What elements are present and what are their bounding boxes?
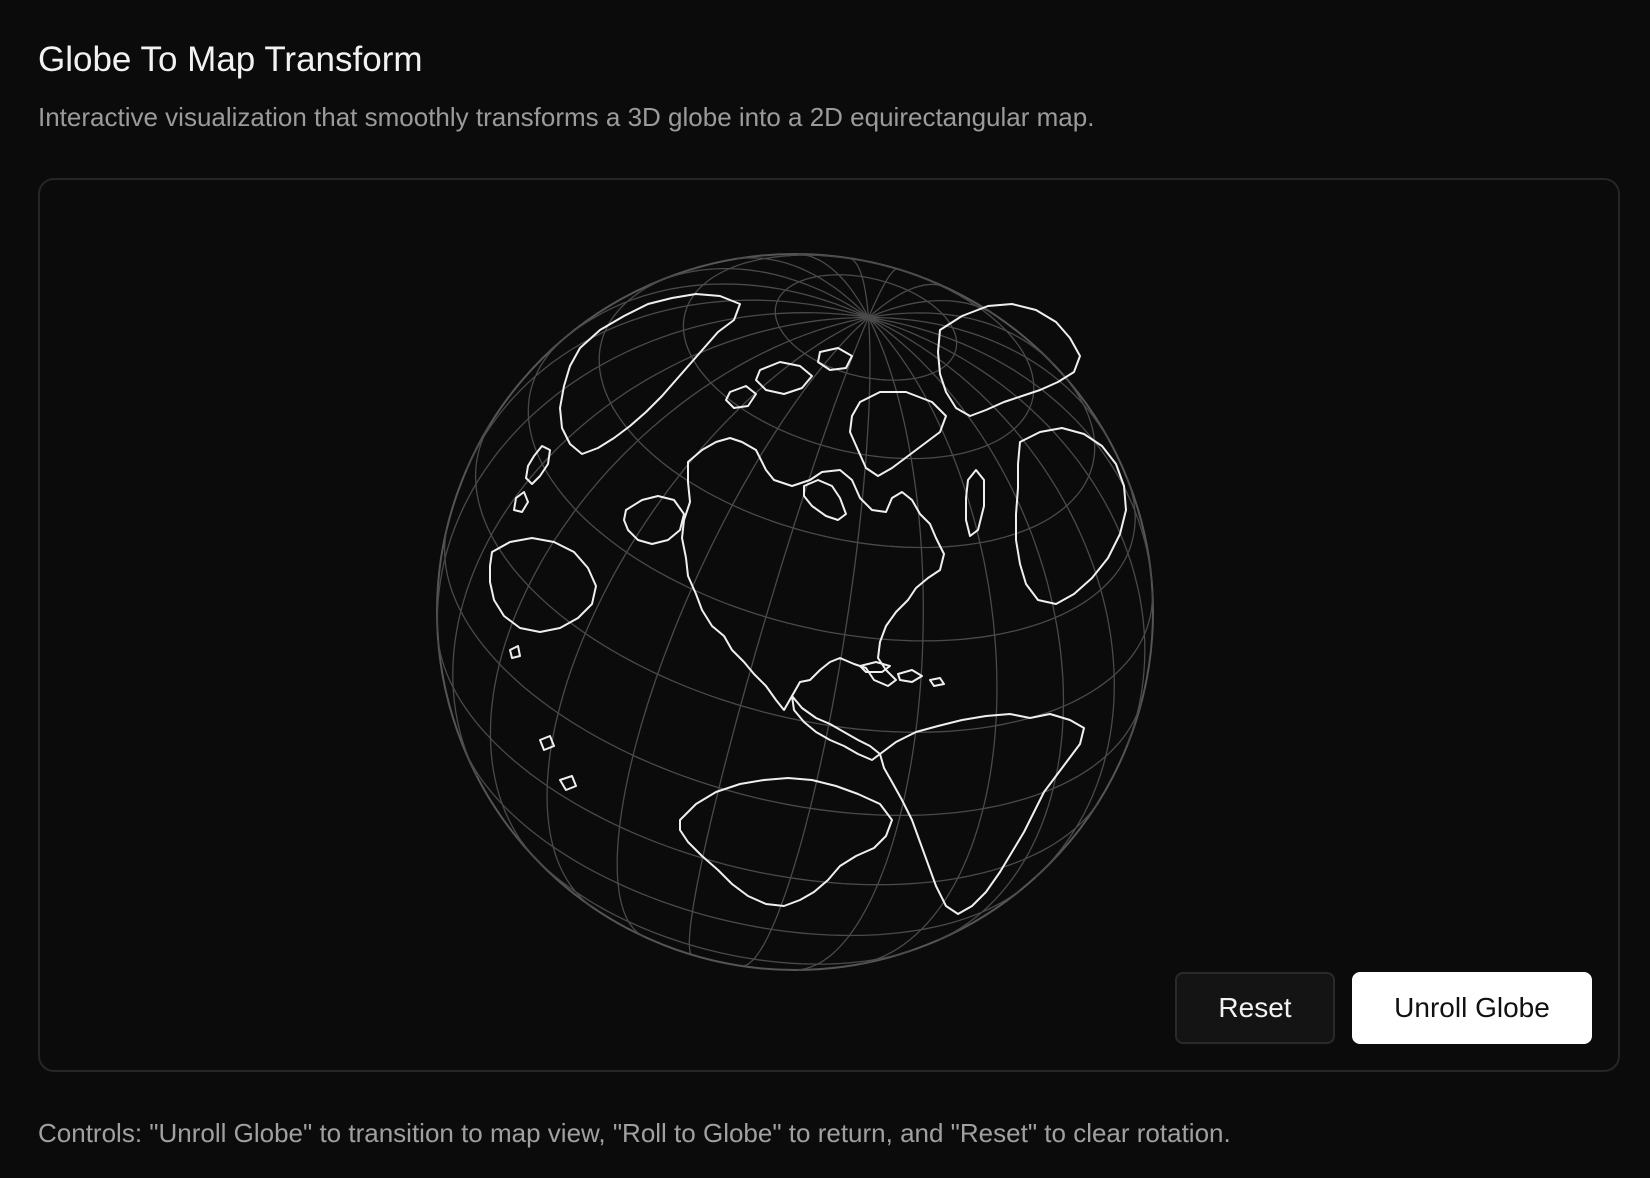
graticule-meridian <box>562 283 869 341</box>
graticule-meridian <box>868 316 1065 941</box>
graticule-meridian <box>660 267 869 318</box>
landmass-caribbean <box>859 661 945 687</box>
graticule-meridian <box>867 268 898 318</box>
graticule-parallel <box>443 528 1143 817</box>
graticule-meridian <box>742 317 871 967</box>
landmass-australia <box>489 537 597 633</box>
globe-graphic[interactable] <box>40 180 1618 1070</box>
graticule-parallel <box>527 337 1136 642</box>
graticule-lines <box>436 253 1154 971</box>
graticule-parallel <box>474 424 1154 733</box>
landmass-arctic-islands <box>725 347 853 409</box>
graticule-meridian <box>489 316 869 855</box>
landmass-greenland <box>849 391 947 477</box>
landmass-hudson-bay <box>803 479 847 521</box>
graticule-meridian <box>868 316 1153 583</box>
graticule-meridian <box>616 316 869 937</box>
landmass-north-america <box>681 437 945 711</box>
page-title: Globe To Map Transform <box>38 40 423 79</box>
graticule-parallel <box>531 854 914 965</box>
graticule-meridian <box>797 317 924 971</box>
landmass-alaska <box>623 495 685 545</box>
graticule-meridian <box>546 316 869 907</box>
landmass-outlines <box>489 293 1127 915</box>
landmass-antarctica <box>679 777 893 907</box>
graticule-meridian <box>868 316 1146 745</box>
graticule-meridian <box>436 311 869 632</box>
controls-help-text: Controls: "Unroll Globe" to transition t… <box>38 1118 1231 1148</box>
graticule-meridian <box>452 316 869 777</box>
graticule-parallel <box>437 640 1098 886</box>
unroll-globe-button[interactable]: Unroll Globe <box>1352 972 1592 1044</box>
landmass-central-america <box>791 695 881 761</box>
graticule-parallel <box>465 752 1021 937</box>
graticule-parallel <box>774 274 958 381</box>
landmass-africa <box>1015 427 1127 605</box>
graticule-parallel <box>682 254 1035 460</box>
reset-button[interactable]: Reset <box>1175 972 1335 1044</box>
landmass-europe <box>937 303 1081 417</box>
visualization-canvas[interactable]: Reset Unroll Globe <box>38 178 1620 1072</box>
graticule-meridian <box>688 317 870 955</box>
page-subtitle: Interactive visualization that smoothly … <box>38 102 1095 132</box>
landmass-japan <box>513 445 551 513</box>
